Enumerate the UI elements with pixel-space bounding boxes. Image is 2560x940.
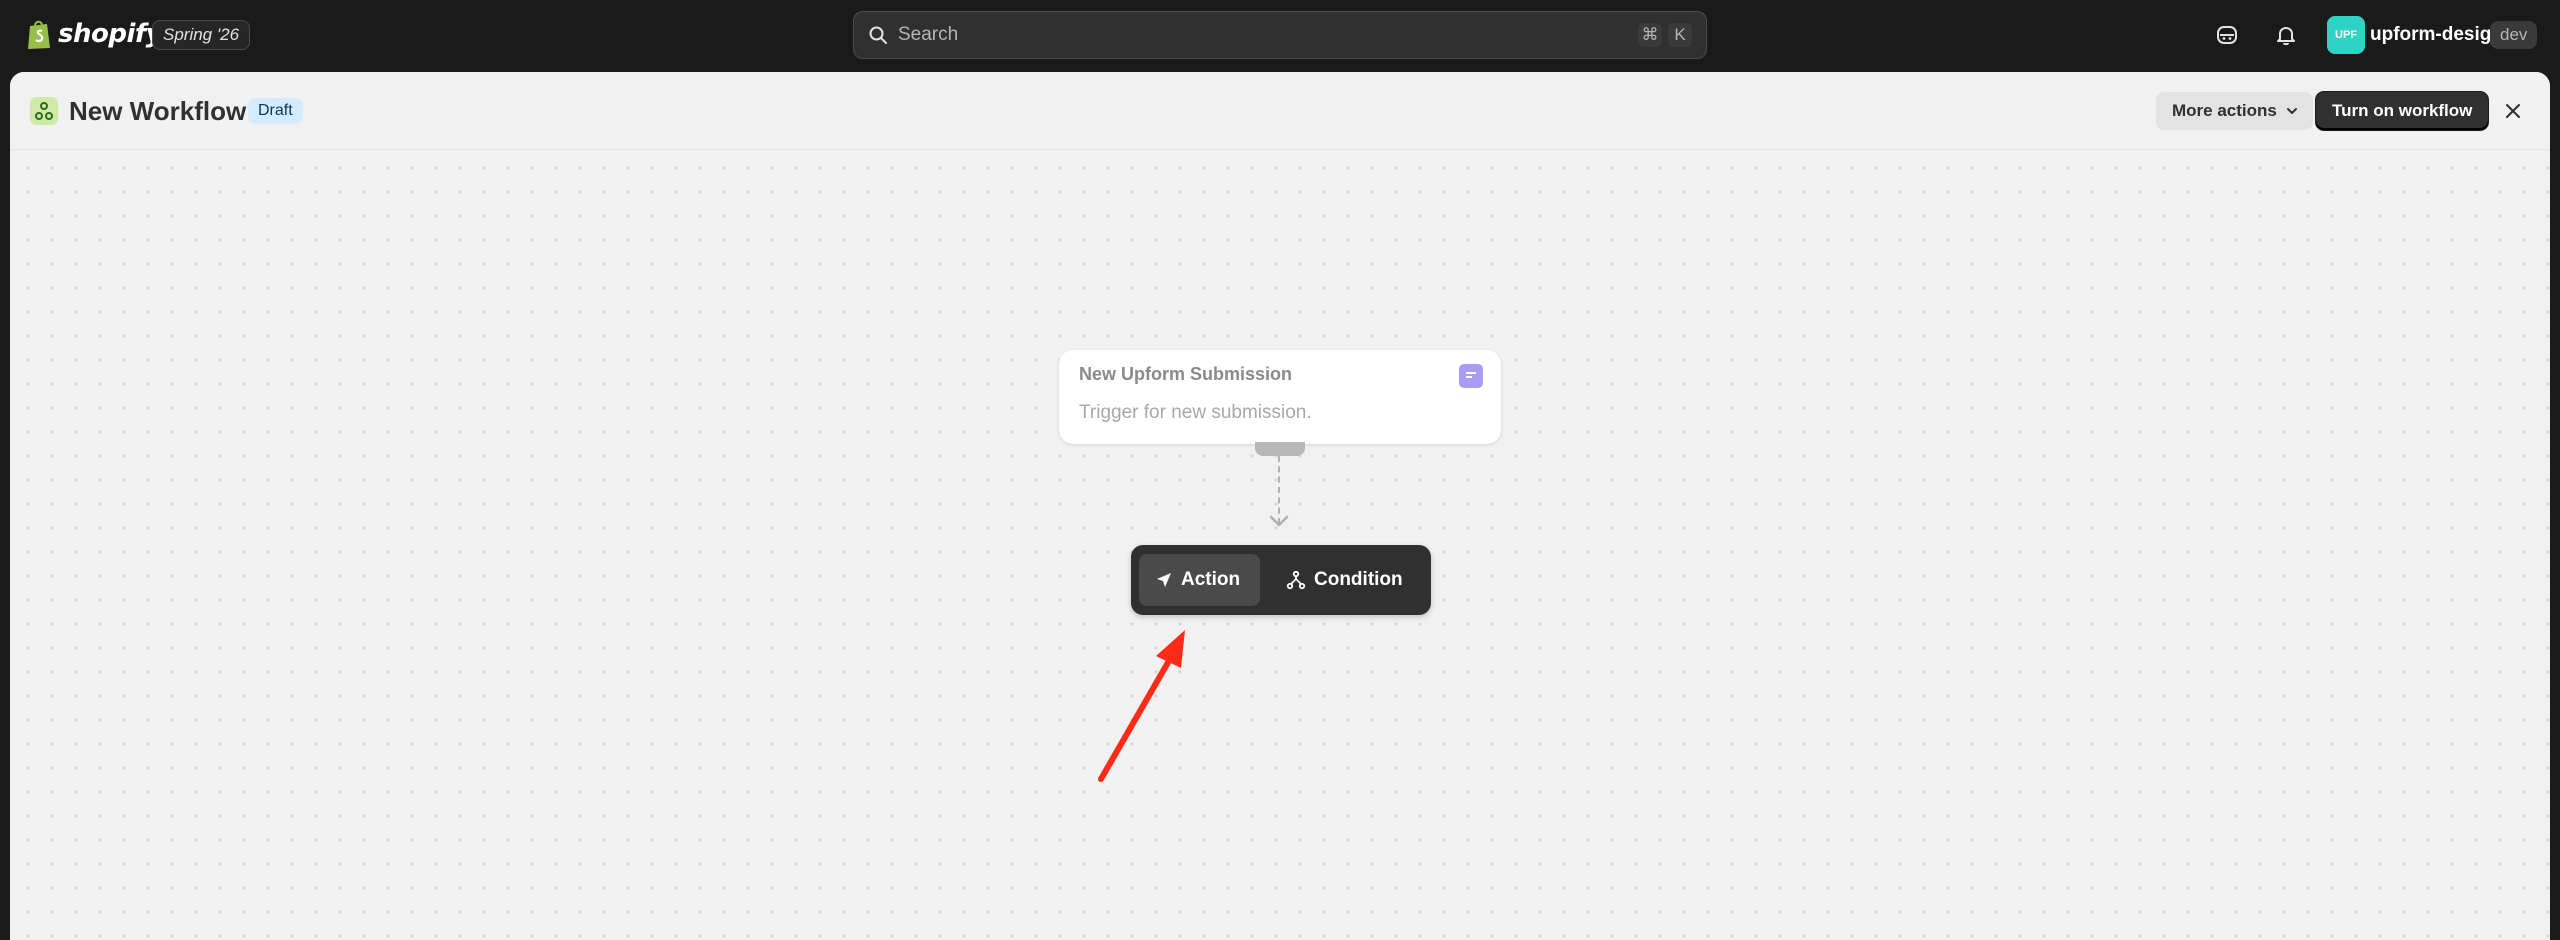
- trigger-title: New Upform Submission: [1079, 364, 1293, 384]
- trigger-node[interactable]: New Upform Submission Trigger for new su…: [1059, 350, 1501, 444]
- close-icon: [2506, 104, 2520, 118]
- form-app-icon: [1459, 364, 1483, 388]
- bell-icon[interactable]: [2272, 21, 2300, 49]
- connector-port[interactable]: [1255, 442, 1305, 456]
- send-arrow-icon: [1157, 573, 1171, 587]
- add-condition-button[interactable]: Condition: [1270, 554, 1419, 606]
- season-badge[interactable]: Spring '26: [152, 20, 251, 50]
- shortcut-k-key: K: [1668, 23, 1692, 47]
- brand-wordmark: shopify: [58, 19, 163, 49]
- close-button[interactable]: [2500, 98, 2526, 124]
- workflow-canvas[interactable]: New Upform Submission Trigger for new su…: [10, 150, 2550, 940]
- branch-icon: [1286, 570, 1306, 590]
- condition-label: Condition: [1314, 569, 1403, 590]
- workflow-editor: New Workflow Draft More actions Turn on …: [10, 72, 2550, 940]
- more-actions-label: More actions: [2172, 101, 2277, 120]
- form-glyph: [1466, 372, 1476, 378]
- store-avatar[interactable]: UPF: [2327, 16, 2365, 54]
- top-bar: shopify Spring '26 ⌘ K UPF upform-design…: [0, 0, 2560, 70]
- trigger-description: Trigger for new submission.: [1079, 402, 1312, 423]
- more-actions-button[interactable]: More actions: [2156, 92, 2313, 130]
- store-name[interactable]: upform-design: [2370, 22, 2503, 48]
- add-action-button[interactable]: Action: [1139, 554, 1260, 606]
- sidekick-icon[interactable]: [2213, 21, 2241, 49]
- bell-glyph: [2277, 27, 2295, 46]
- add-step-menu: Action Condition: [1131, 545, 1431, 615]
- flow-glyph: [35, 102, 53, 120]
- dev-badge: dev: [2490, 21, 2538, 49]
- search-input[interactable]: [898, 24, 1632, 46]
- connector-arrow-icon: [1269, 515, 1289, 527]
- shortcut-cmd-key: ⌘: [1638, 23, 1662, 47]
- annotation-arrow-icon: [1098, 630, 1185, 782]
- page-title[interactable]: New Workflow: [69, 94, 246, 128]
- flow-app-icon: [30, 97, 58, 125]
- sidekick-glyph: [2217, 26, 2237, 44]
- chevron-down-icon: [2286, 108, 2297, 114]
- action-label: Action: [1181, 569, 1241, 590]
- status-badge: Draft: [248, 98, 303, 124]
- shopify-logo[interactable]: shopify: [26, 16, 163, 52]
- turn-on-workflow-button[interactable]: Turn on workflow: [2316, 92, 2489, 130]
- page-header: New Workflow Draft More actions Turn on …: [10, 72, 2550, 150]
- shopify-bag-icon: [28, 20, 50, 49]
- search-icon: [869, 26, 887, 44]
- search-bar[interactable]: ⌘ K: [853, 11, 1707, 59]
